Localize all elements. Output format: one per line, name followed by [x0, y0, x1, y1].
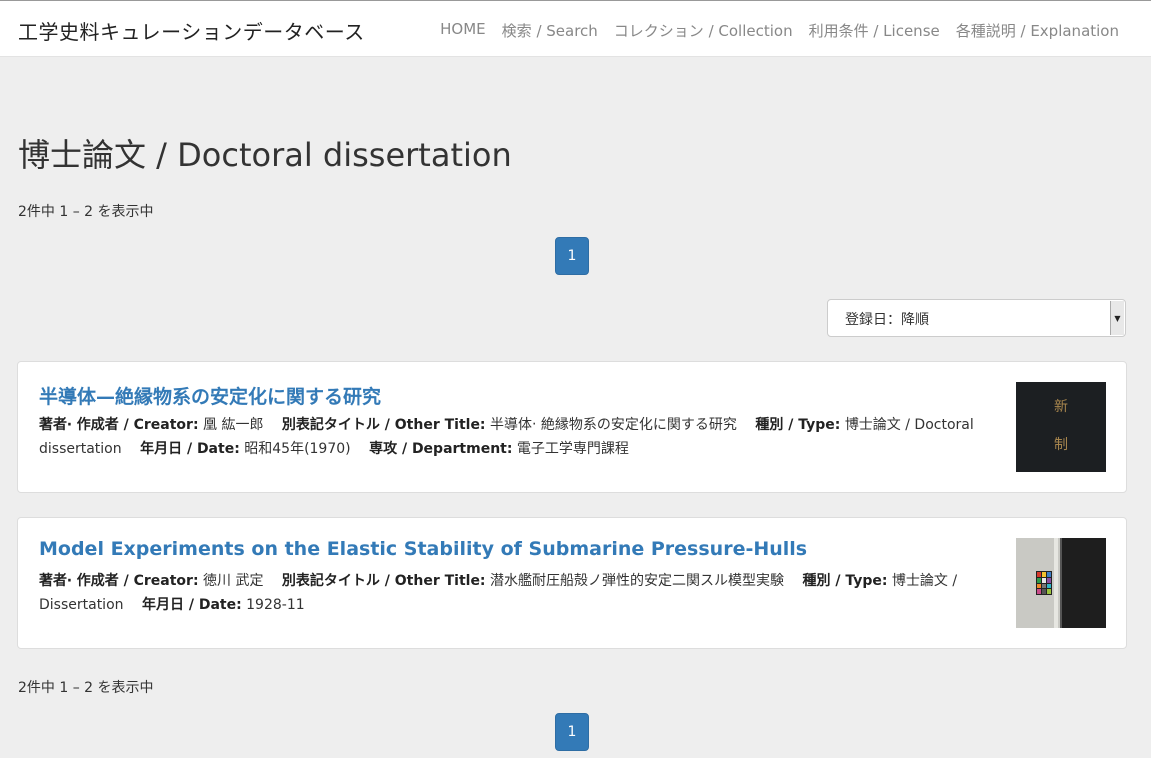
other-title-label: 別表記タイトル / Other Title: — [281, 573, 486, 589]
result-count-top: 2件中 1 – 2 を表示中 — [18, 204, 154, 220]
result-metadata: 著者‧ 作成者 / Creator: 凰 紘一郎 別表記タイトル / Other… — [39, 413, 1001, 461]
result-card: 半導体—絶縁物系の安定化に関する研究 著者‧ 作成者 / Creator: 凰 … — [17, 361, 1127, 493]
department-value: 電子工学専門課程 — [516, 441, 629, 457]
result-title-link[interactable]: Model Experiments on the Elastic Stabili… — [39, 538, 807, 560]
result-title-link[interactable]: 半導体—絶縁物系の安定化に関する研究 — [39, 382, 381, 409]
scale-ruler-image — [1054, 538, 1058, 628]
navbar: 工学史料キュレーションデータベース HOME 検索 / Search コレクショ… — [0, 0, 1151, 57]
date-label: 年月日 / Date: — [141, 597, 242, 613]
result-metadata: 著者‧ 作成者 / Creator: 徳川 武定 別表記タイトル / Other… — [39, 569, 1001, 617]
other-title-value: 潜水艦耐圧船殻ノ弾性的安定二関スル模型実験 — [490, 573, 784, 589]
nav-search[interactable]: 検索 / Search — [502, 20, 598, 41]
creator-value: 徳川 武定 — [203, 573, 264, 589]
nav-explanation[interactable]: 各種説明 / Explanation — [956, 20, 1119, 41]
type-label: 種別 / Type: — [755, 417, 841, 433]
result-card: Model Experiments on the Elastic Stabili… — [17, 517, 1127, 649]
date-value: 1928-11 — [246, 597, 305, 613]
nav-home[interactable]: HOME — [440, 20, 486, 41]
book-cover-image — [1060, 538, 1106, 628]
other-title-label: 別表記タイトル / Other Title: — [281, 417, 486, 433]
result-count-bottom: 2件中 1 – 2 を表示中 — [18, 680, 154, 696]
sort-select-value: 登録日：降順 — [845, 312, 929, 328]
thumbnail-spine-char: 新 — [1054, 399, 1068, 415]
site-brand[interactable]: 工学史料キュレーションデータベース — [18, 16, 365, 45]
result-thumbnail[interactable] — [1016, 538, 1106, 628]
creator-label: 著者‧ 作成者 / Creator: — [39, 573, 199, 589]
nav-collection[interactable]: コレクション / Collection — [614, 20, 793, 41]
page-title: 博士論文 / Doctoral dissertation — [18, 136, 512, 174]
date-value: 昭和45年(1970) — [244, 441, 351, 457]
sort-select[interactable]: 登録日：降順 ▼ — [827, 299, 1126, 337]
creator-value: 凰 紘一郎 — [203, 417, 264, 433]
main-nav: HOME 検索 / Search コレクション / Collection 利用条… — [440, 20, 1119, 41]
department-label: 専攻 / Department: — [369, 441, 513, 457]
type-label: 種別 / Type: — [802, 573, 888, 589]
pagination-page-1-bottom[interactable]: 1 — [555, 713, 589, 751]
thumbnail-spine-char: 制 — [1054, 437, 1068, 453]
date-label: 年月日 / Date: — [140, 441, 240, 457]
color-chart-image — [1036, 571, 1052, 595]
chevron-down-icon[interactable]: ▼ — [1110, 301, 1124, 335]
pagination-page-1-top[interactable]: 1 — [555, 237, 589, 275]
creator-label: 著者‧ 作成者 / Creator: — [39, 417, 199, 433]
other-title-value: 半導体‧ 絶縁物系の安定化に関する研究 — [490, 417, 737, 433]
result-thumbnail[interactable]: 新 制 — [1016, 382, 1106, 472]
nav-license[interactable]: 利用条件 / License — [809, 20, 940, 41]
